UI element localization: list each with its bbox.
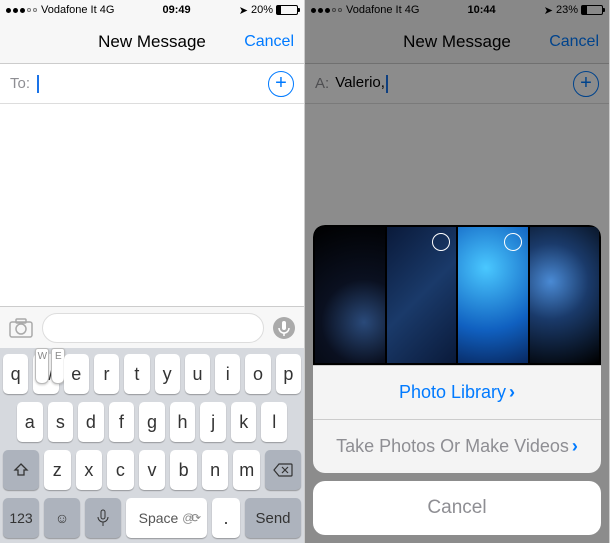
selection-circle-icon	[504, 233, 522, 251]
keyboard: q w WE e r t y u i o p a s d f g h j	[0, 348, 304, 543]
battery-percent: 20%	[251, 4, 273, 16]
status-bar: Vodafone It 4G 09:49 ➤ 20%	[0, 0, 304, 20]
location-icon: ➤	[544, 4, 553, 17]
key-p[interactable]: p	[276, 354, 301, 394]
period-key[interactable]: .	[212, 498, 240, 538]
carrier-label: Vodafone It 4G	[346, 4, 419, 16]
keyboard-row-3: z x c v b n m	[3, 450, 301, 490]
cancel-button[interactable]: Cancel	[244, 33, 294, 51]
key-i[interactable]: i	[215, 354, 240, 394]
signal-strength-icon	[311, 8, 342, 13]
chevron-right-icon: ›	[509, 382, 515, 403]
keyboard-row-1: q w WE e r t y u i o p	[3, 354, 301, 394]
dictation-key[interactable]	[85, 498, 121, 538]
keyboard-row-4: 123 ☺ Space @ ⟳ . Send	[3, 498, 301, 538]
attachment-action-sheet: Photo Library› Take Photos Or Make Video…	[305, 217, 609, 543]
photo-thumbnail[interactable]	[315, 227, 385, 363]
add-recipient-button[interactable]: +	[573, 71, 599, 97]
key-m[interactable]: m	[233, 450, 260, 490]
message-input-bar	[0, 306, 304, 348]
carrier-label: Vodafone It 4G	[41, 4, 114, 16]
clock: 10:44	[468, 4, 496, 16]
message-text-input[interactable]	[42, 313, 264, 343]
nav-bar: New Message Cancel	[305, 20, 609, 64]
plus-icon: +	[580, 72, 592, 95]
selection-circle-icon	[432, 233, 450, 251]
recipient-input[interactable]	[36, 74, 262, 92]
key-l[interactable]: l	[261, 402, 287, 442]
phone-left-compose: Vodafone It 4G 09:49 ➤ 20% New Message C…	[0, 0, 305, 543]
nav-bar: New Message Cancel	[0, 20, 304, 64]
recipient-input[interactable]: Valerio,	[335, 74, 567, 92]
keyboard-row-2: a s d f g h j k l	[3, 402, 301, 442]
key-a[interactable]: a	[17, 402, 43, 442]
photo-thumbnail[interactable]	[458, 227, 528, 363]
key-j[interactable]: j	[200, 402, 226, 442]
key-k[interactable]: k	[231, 402, 257, 442]
key-popup-W[interactable]: W	[35, 348, 49, 384]
backspace-icon	[273, 463, 293, 477]
battery-percent: 23%	[556, 4, 578, 16]
chevron-right-icon: ›	[572, 436, 578, 457]
key-b[interactable]: b	[170, 450, 197, 490]
phone-right-attachment-sheet: Vodafone It 4G 10:44 ➤ 23% New Message C…	[305, 0, 610, 543]
status-bar: Vodafone It 4G 10:44 ➤ 23%	[305, 0, 609, 20]
plus-icon: +	[275, 72, 287, 95]
shift-key[interactable]	[3, 450, 39, 490]
key-h[interactable]: h	[170, 402, 196, 442]
key-c[interactable]: c	[107, 450, 134, 490]
location-icon: ➤	[239, 4, 248, 17]
cancel-sheet-button[interactable]: Cancel	[313, 481, 601, 535]
key-d[interactable]: d	[78, 402, 104, 442]
key-e[interactable]: e	[64, 354, 89, 394]
message-body[interactable]	[0, 104, 304, 306]
to-label: A:	[315, 75, 329, 92]
emoji-key[interactable]: ☺	[44, 498, 80, 538]
add-recipient-button[interactable]: +	[268, 71, 294, 97]
key-q[interactable]: q	[3, 354, 28, 394]
recipient-row[interactable]: A: Valerio, +	[305, 64, 609, 104]
photo-thumbnail[interactable]	[387, 227, 457, 363]
key-f[interactable]: f	[109, 402, 135, 442]
signal-strength-icon	[6, 8, 37, 13]
key-g[interactable]: g	[139, 402, 165, 442]
page-title: New Message	[403, 32, 511, 52]
photo-thumbnail[interactable]	[530, 227, 600, 363]
battery-icon	[581, 5, 603, 15]
photo-library-button[interactable]: Photo Library›	[313, 365, 601, 419]
take-photo-button[interactable]: Take Photos Or Make Videos›	[313, 419, 601, 473]
recent-photos-strip[interactable]	[313, 225, 601, 365]
shift-icon	[13, 462, 29, 478]
backspace-key[interactable]	[265, 450, 301, 490]
microphone-icon[interactable]	[272, 316, 296, 340]
key-v[interactable]: v	[139, 450, 166, 490]
to-label: To:	[10, 75, 30, 92]
key-o[interactable]: o	[245, 354, 270, 394]
recipient-row[interactable]: To: +	[0, 64, 304, 104]
emoji-icon: ☺	[55, 510, 69, 526]
numbers-key[interactable]: 123	[3, 498, 39, 538]
key-u[interactable]: u	[185, 354, 210, 394]
camera-icon[interactable]	[8, 318, 34, 338]
page-title: New Message	[98, 32, 206, 52]
space-key[interactable]: Space @ ⟳	[126, 498, 207, 538]
cancel-button[interactable]: Cancel	[549, 33, 599, 51]
send-button[interactable]: Send	[245, 498, 301, 538]
key-n[interactable]: n	[202, 450, 229, 490]
key-r[interactable]: r	[94, 354, 119, 394]
battery-icon	[276, 5, 298, 15]
clock: 09:49	[163, 4, 191, 16]
key-y[interactable]: y	[155, 354, 180, 394]
key-t[interactable]: t	[124, 354, 149, 394]
key-z[interactable]: z	[44, 450, 71, 490]
key-w[interactable]: w WE	[33, 354, 58, 394]
key-x[interactable]: x	[76, 450, 103, 490]
key-s[interactable]: s	[48, 402, 74, 442]
microphone-icon	[97, 509, 109, 527]
